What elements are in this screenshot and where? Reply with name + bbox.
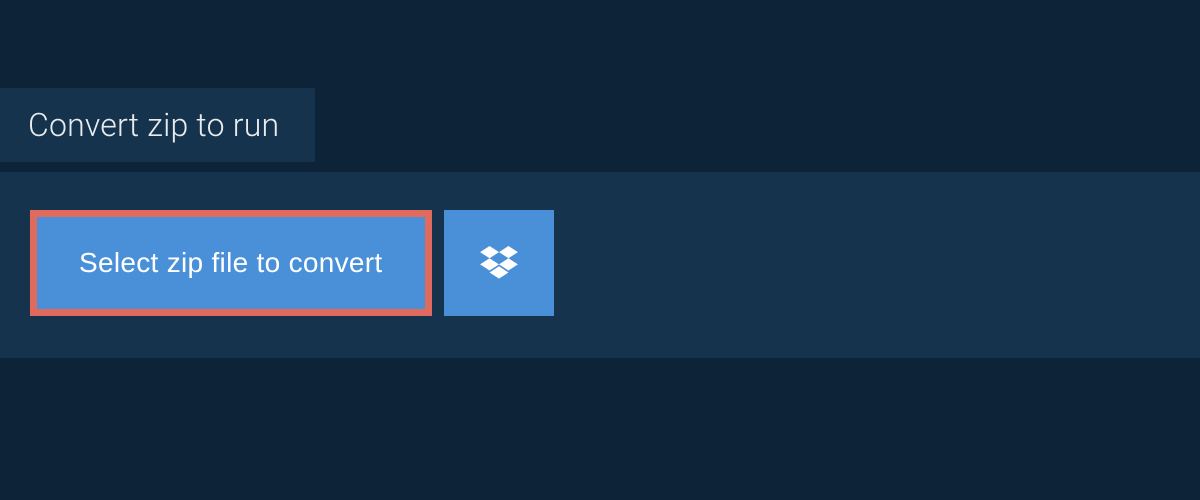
- dropbox-icon: [480, 246, 518, 280]
- page-title: Convert zip to run: [28, 106, 279, 144]
- select-file-button[interactable]: Select zip file to convert: [37, 217, 425, 309]
- button-row: Select zip file to convert: [30, 210, 1170, 316]
- dropbox-button[interactable]: [444, 210, 554, 316]
- select-file-highlight: Select zip file to convert: [30, 210, 432, 316]
- upload-panel: Select zip file to convert: [0, 172, 1200, 358]
- tab-header: Convert zip to run: [0, 88, 315, 162]
